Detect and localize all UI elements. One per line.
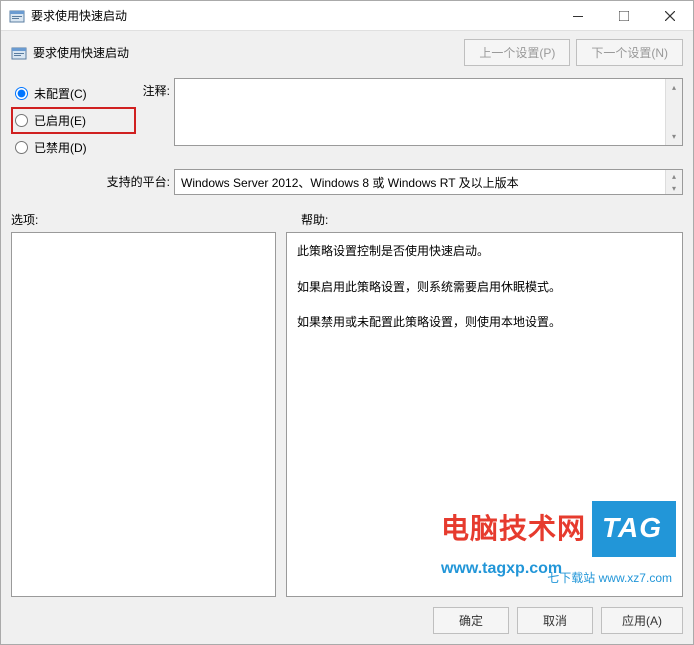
policy-icon xyxy=(11,45,27,61)
radio-disabled-label: 已禁用(D) xyxy=(34,139,87,156)
help-paragraph-1: 此策略设置控制是否使用快速启动。 xyxy=(297,241,672,263)
comment-scrollbar[interactable]: ▴ ▾ xyxy=(665,79,682,145)
options-panel xyxy=(11,232,276,597)
client-area: 要求使用快速启动 上一个设置(P) 下一个设置(N) 未配置(C) 已启用(E)… xyxy=(1,31,693,644)
close-button[interactable] xyxy=(647,1,693,31)
options-label: 选项: xyxy=(11,211,301,228)
radio-enabled-label: 已启用(E) xyxy=(34,112,86,129)
radio-disabled[interactable]: 已禁用(D) xyxy=(11,134,136,161)
platform-row: 支持的平台: Windows Server 2012、Windows 8 或 W… xyxy=(11,169,683,195)
watermark-url: www.tagxp.com xyxy=(441,555,676,584)
cancel-button[interactable]: 取消 xyxy=(517,607,593,634)
scroll-up-icon[interactable]: ▴ xyxy=(666,170,682,182)
help-panel: 此策略设置控制是否使用快速启动。 如果启用此策略设置，则系统需要启用休眠模式。 … xyxy=(286,232,683,597)
policy-title: 要求使用快速启动 xyxy=(33,44,464,61)
platform-text: Windows Server 2012、Windows 8 或 Windows … xyxy=(174,169,683,195)
panel-labels: 选项: 帮助: xyxy=(11,211,683,228)
platform-scrollbar[interactable]: ▴ ▾ xyxy=(665,170,682,194)
titlebar: 要求使用快速启动 xyxy=(1,1,693,31)
state-radio-group: 未配置(C) 已启用(E) 已禁用(D) xyxy=(11,78,136,161)
comment-textarea[interactable]: ▴ ▾ xyxy=(174,78,683,146)
watermark-sub-text: 七下载站 xyxy=(547,571,595,585)
window-title: 要求使用快速启动 xyxy=(31,7,555,24)
scroll-down-icon[interactable]: ▾ xyxy=(666,182,682,194)
policy-editor-window: 要求使用快速启动 要求使用快速启动 xyxy=(0,0,694,645)
platform-value: Windows Server 2012、Windows 8 或 Windows … xyxy=(181,176,519,190)
nav-buttons: 上一个设置(P) 下一个设置(N) xyxy=(464,39,683,66)
minimize-button[interactable] xyxy=(555,1,601,31)
radio-not-configured-label: 未配置(C) xyxy=(34,85,87,102)
window-controls xyxy=(555,1,693,31)
panels-row: 此策略设置控制是否使用快速启动。 如果启用此策略设置，则系统需要启用休眠模式。 … xyxy=(11,232,683,597)
next-setting-button[interactable]: 下一个设置(N) xyxy=(576,39,683,66)
config-row: 未配置(C) 已启用(E) 已禁用(D) 注释: ▴ ▾ xyxy=(11,78,683,161)
radio-enabled[interactable]: 已启用(E) xyxy=(11,107,136,134)
help-paragraph-3: 如果禁用或未配置此策略设置，则使用本地设置。 xyxy=(297,312,672,334)
radio-not-configured-input[interactable] xyxy=(15,87,28,100)
comment-label: 注释: xyxy=(136,78,174,161)
watermark-sub-url: www.xz7.com xyxy=(599,571,672,585)
apply-button[interactable]: 应用(A) xyxy=(601,607,683,634)
radio-enabled-input[interactable] xyxy=(15,114,28,127)
watermark-brand: 电脑技术网 xyxy=(441,504,586,554)
footer-buttons: 确定 取消 应用(A) xyxy=(11,597,683,634)
watermark: 电脑技术网 TAG www.tagxp.com 七下载站 www.xz7.com xyxy=(441,501,676,584)
header-row: 要求使用快速启动 上一个设置(P) 下一个设置(N) xyxy=(11,39,683,66)
platform-label: 支持的平台: xyxy=(11,169,174,195)
ok-button[interactable]: 确定 xyxy=(433,607,509,634)
scroll-down-icon[interactable]: ▾ xyxy=(666,128,682,145)
radio-not-configured[interactable]: 未配置(C) xyxy=(11,80,136,107)
prev-setting-button[interactable]: 上一个设置(P) xyxy=(464,39,570,66)
window-icon xyxy=(9,8,25,24)
help-label: 帮助: xyxy=(301,211,328,228)
watermark-tag: TAG xyxy=(592,501,676,557)
maximize-button[interactable] xyxy=(601,1,647,31)
radio-disabled-input[interactable] xyxy=(15,141,28,154)
help-paragraph-2: 如果启用此策略设置，则系统需要启用休眠模式。 xyxy=(297,277,672,299)
scroll-up-icon[interactable]: ▴ xyxy=(666,79,682,96)
